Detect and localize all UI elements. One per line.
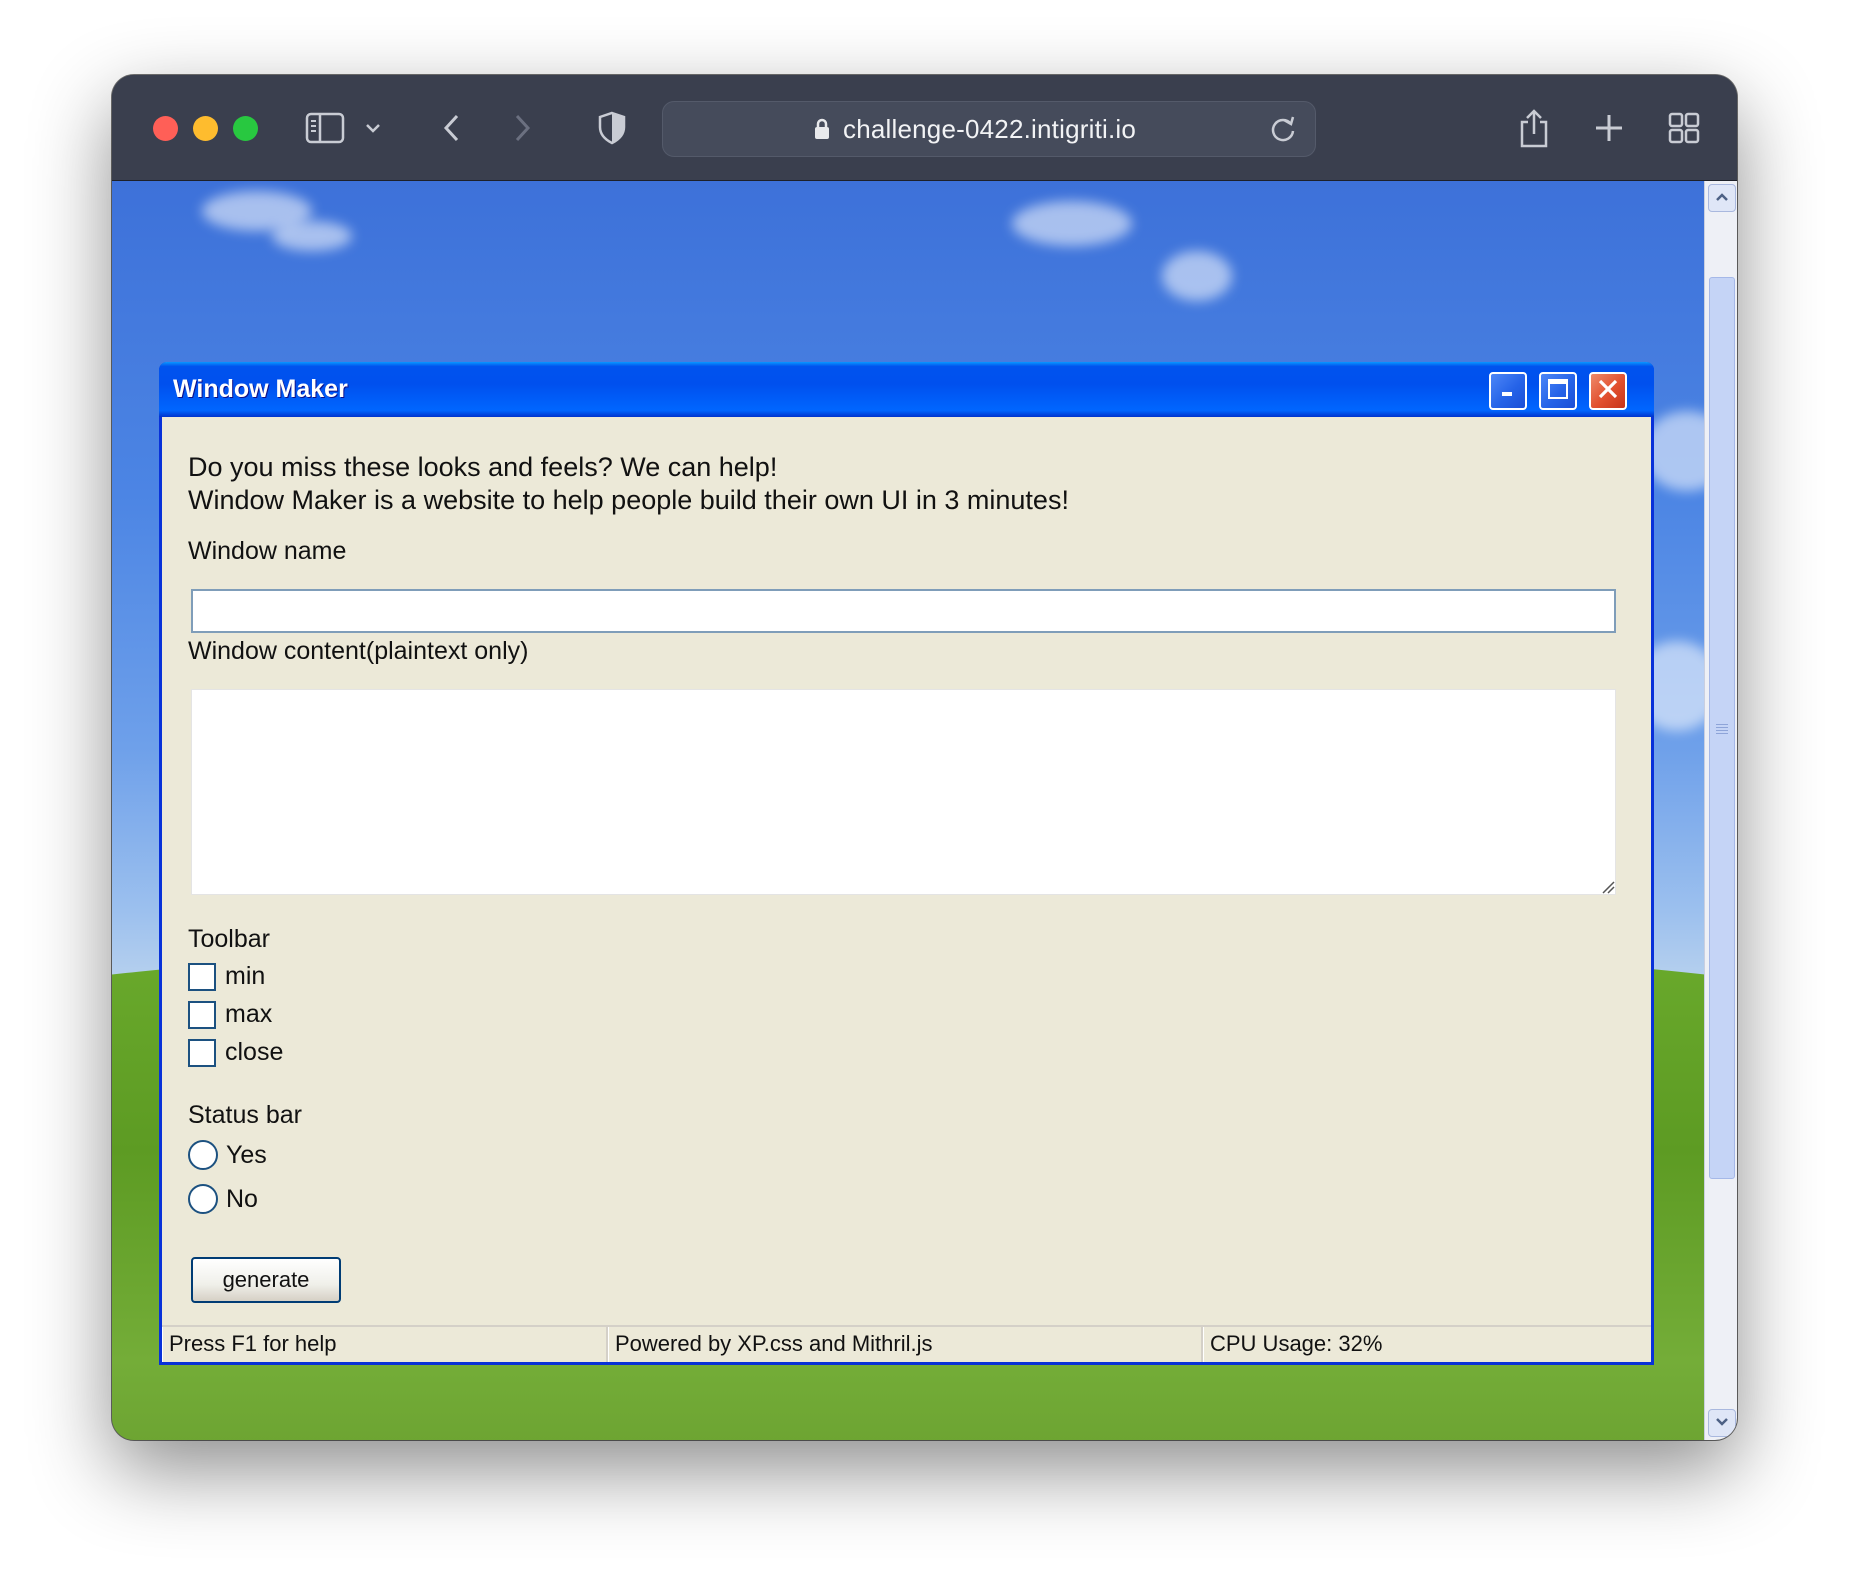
chevron-down-icon[interactable] bbox=[360, 105, 386, 151]
window-content-label: Window content(plaintext only) bbox=[188, 637, 529, 665]
share-icon[interactable] bbox=[1512, 105, 1556, 151]
cloud bbox=[1012, 201, 1132, 246]
minimize-window-button[interactable] bbox=[193, 116, 218, 141]
status-bar-label: Status bar bbox=[188, 1101, 302, 1129]
scroll-up-button[interactable] bbox=[1708, 184, 1736, 212]
back-arrow-icon[interactable] bbox=[432, 105, 472, 151]
url-text: challenge-0422.intigriti.io bbox=[843, 114, 1137, 144]
lock-icon bbox=[813, 117, 831, 146]
close-checkbox[interactable] bbox=[188, 1038, 216, 1067]
close-icon bbox=[1597, 378, 1619, 405]
minimize-icon bbox=[1498, 379, 1518, 404]
close-window-button[interactable] bbox=[153, 116, 178, 141]
cloud bbox=[1162, 251, 1232, 301]
toolbar-option-min[interactable]: min bbox=[188, 962, 265, 991]
status-bar-option-no[interactable]: No bbox=[188, 1184, 258, 1214]
scroll-thumb[interactable] bbox=[1709, 277, 1735, 1179]
status-bar-option-yes[interactable]: Yes bbox=[188, 1140, 267, 1170]
window-title-bar[interactable]: Window Maker bbox=[159, 362, 1654, 417]
chevron-up-icon bbox=[1715, 189, 1729, 207]
browser-toolbar: challenge-0422.intigriti.io bbox=[112, 75, 1737, 181]
reload-icon[interactable] bbox=[1269, 114, 1297, 149]
resize-grip-icon[interactable] bbox=[1601, 880, 1615, 899]
toolbar-label: Toolbar bbox=[188, 925, 270, 953]
page-scrollbar[interactable] bbox=[1704, 181, 1737, 1440]
window-name-label: Window name bbox=[188, 537, 347, 565]
intro-line: Do you miss these looks and feels? We ca… bbox=[188, 452, 778, 482]
tab-overview-icon[interactable] bbox=[1662, 105, 1706, 151]
scroll-down-button[interactable] bbox=[1708, 1409, 1736, 1437]
intro-text: Do you miss these looks and feels? We ca… bbox=[188, 451, 1625, 517]
maximize-button[interactable] bbox=[1539, 372, 1577, 410]
checkbox-label: min bbox=[225, 962, 266, 990]
checkbox-label: close bbox=[225, 1038, 284, 1066]
toolbar-option-max[interactable]: max bbox=[188, 1000, 272, 1029]
intro-line: Window Maker is a website to help people… bbox=[188, 485, 1069, 515]
window-title: Window Maker bbox=[173, 375, 348, 403]
radio-label: Yes bbox=[226, 1140, 267, 1169]
cloud bbox=[272, 221, 352, 251]
window-content-textarea[interactable] bbox=[191, 689, 1616, 895]
minimize-button[interactable] bbox=[1489, 372, 1527, 410]
status-cpu: CPU Usage: 32% bbox=[1203, 1327, 1651, 1362]
page-viewport: Window Maker Do you miss these looks and… bbox=[112, 181, 1705, 1440]
status-powered: Powered by XP.css and Mithril.js bbox=[608, 1327, 1203, 1362]
generate-button[interactable]: generate bbox=[191, 1257, 341, 1303]
zoom-window-button[interactable] bbox=[233, 116, 258, 141]
grip-icon bbox=[1716, 724, 1728, 734]
window-status-bar: Press F1 for help Powered by XP.css and … bbox=[162, 1325, 1651, 1362]
address-bar[interactable]: challenge-0422.intigriti.io bbox=[662, 101, 1316, 157]
no-radio[interactable] bbox=[188, 1184, 218, 1214]
status-help: Press F1 for help bbox=[162, 1327, 608, 1362]
max-checkbox[interactable] bbox=[188, 1000, 216, 1029]
window-maker-window: Window Maker Do you miss these looks and… bbox=[159, 362, 1654, 1365]
window-name-input[interactable] bbox=[191, 589, 1616, 633]
checkbox-label: max bbox=[225, 1000, 273, 1028]
maximize-icon bbox=[1547, 378, 1569, 405]
forward-arrow-icon[interactable] bbox=[502, 105, 542, 151]
plus-icon[interactable] bbox=[1587, 105, 1631, 151]
radio-label: No bbox=[226, 1184, 258, 1213]
close-button[interactable] bbox=[1589, 372, 1627, 410]
shield-icon[interactable] bbox=[592, 105, 632, 151]
chevron-down-icon bbox=[1715, 1414, 1729, 1432]
min-checkbox[interactable] bbox=[188, 962, 216, 991]
window-body: Do you miss these looks and feels? We ca… bbox=[188, 417, 1625, 1303]
yes-radio[interactable] bbox=[188, 1140, 218, 1170]
toolbar-option-close[interactable]: close bbox=[188, 1038, 283, 1067]
browser-window: challenge-0422.intigriti.io Window Maker bbox=[112, 75, 1737, 1440]
sidebar-icon[interactable] bbox=[302, 105, 348, 151]
